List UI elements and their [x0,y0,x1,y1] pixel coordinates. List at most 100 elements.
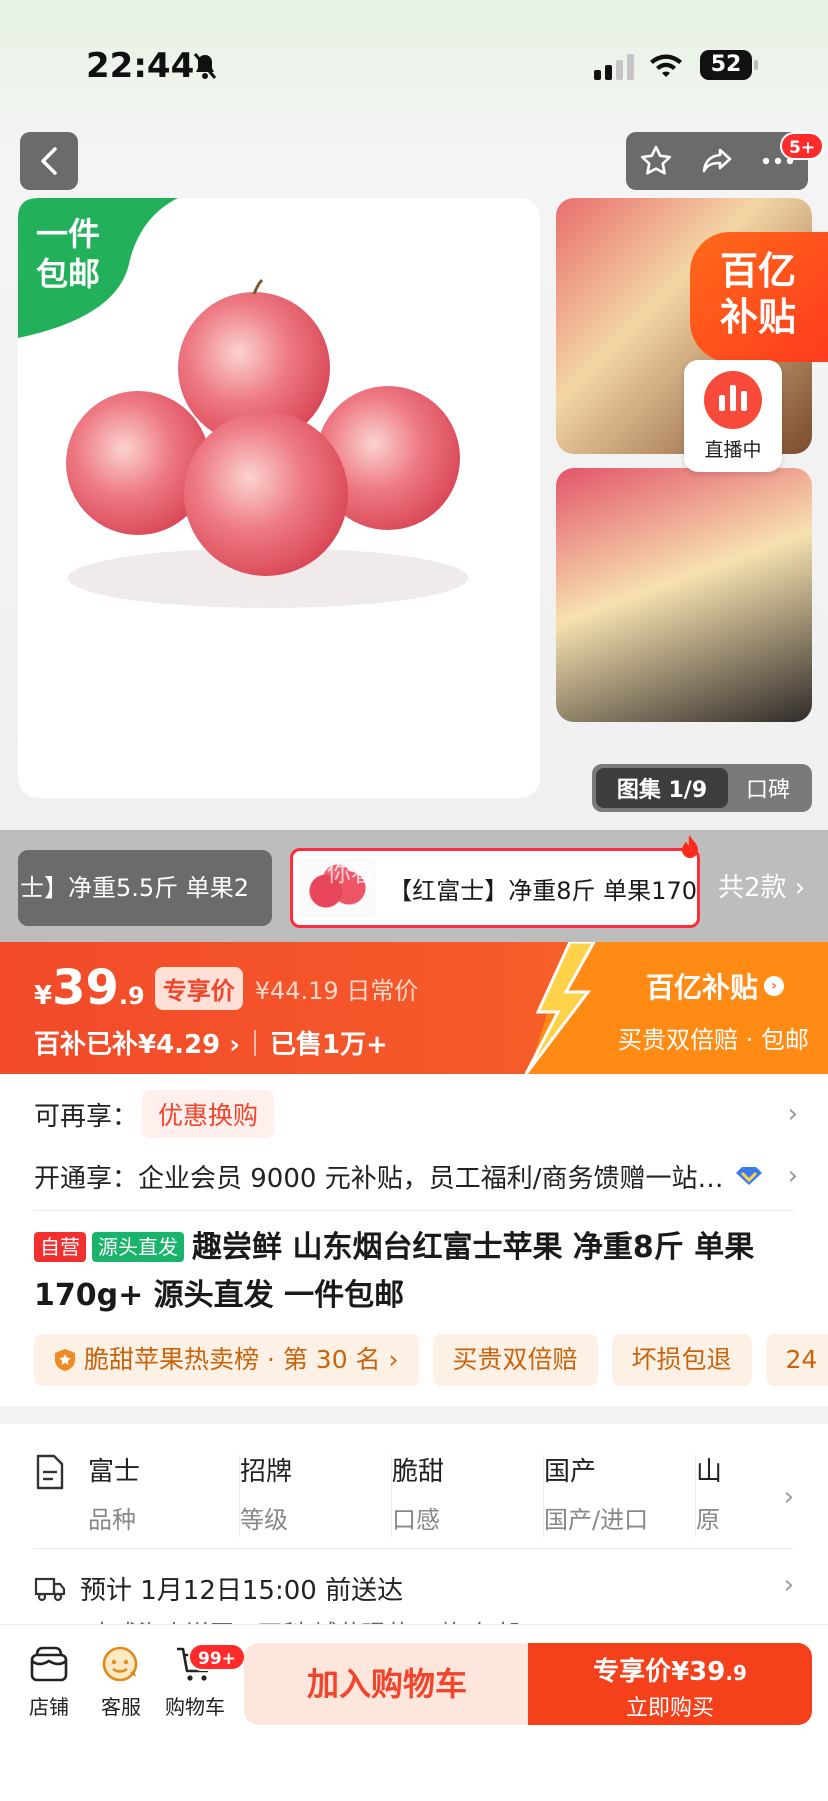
billion-subsidy-tag[interactable]: 百亿补贴 [690,232,828,362]
store-tab[interactable]: 店铺 [14,1645,84,1720]
truck-icon [34,1577,66,1601]
spec-columns: 富士 品种 招牌 等级 脆甜 口感 国产 国产/进口 山 原 [88,1454,756,1538]
spec-origin: 山 原 [696,1454,756,1538]
store-icon [30,1646,68,1682]
wifi-icon [650,54,682,77]
buy-now-label: 立即购买 [625,1696,714,1721]
variant-option[interactable]: 富士】净重5.5斤 单果2 [18,850,272,926]
regular-price: ¥44.19 日常价 [254,976,419,1005]
gallery-toggle: 图集 1/9 口碑 [592,764,812,812]
document-icon [36,1454,64,1490]
spec-key: 原 [696,1506,720,1534]
spec-key: 品种 [88,1506,136,1534]
hot-fire-icon [682,835,698,858]
product-title: 自营 源头直发 趣尝鲜 山东烟台红富士苹果 净重8斤 单果170g+ 源头直发 一件… [34,1224,794,1320]
service-label: 客服 [101,1695,141,1719]
battery-indicator: 52 [700,50,758,80]
spec-value: 招牌 [240,1457,293,1487]
price-decimal: .9 [118,982,145,1010]
back-button[interactable] [20,132,78,190]
thumbnail-2[interactable] [556,468,812,722]
more-chip[interactable]: 24 [765,1334,828,1386]
service-tab[interactable]: 客服 [86,1645,156,1720]
price-banner: ¥ 39 .9 专享价 ¥44.19 日常价 百补已补¥4.29 › 已售1万+… [0,942,828,1074]
rank-shield-icon [55,1349,75,1371]
lightning-bolt-icon [524,942,596,1074]
coupon-tag[interactable]: 优惠换购 [142,1090,275,1138]
spec-value: 国产 [544,1457,597,1487]
star-icon [641,145,672,175]
cellular-signal-icon [594,52,634,80]
customer-service-icon [102,1646,138,1682]
favorite-button[interactable] [636,141,676,181]
variant-option-label: 富士】净重5.5斤 单果2 [18,874,250,902]
bottom-action-bar: 店铺 客服 购物车 99+ 加入购物车 专享价¥39.9 立即购买 [0,1624,828,1801]
source-direct-tag: 源头直发 [92,1232,184,1262]
variant-option-selected[interactable]: 【红富士】净重8斤 单果170 你看我一眼 [290,848,700,928]
member-row[interactable]: 开通享：企业会员 9000 元补贴，员工福利/商务馈赠一站… › [34,1150,798,1202]
status-bar: 22:44 52 [0,0,828,130]
add-to-cart-button[interactable]: 加入购物车 [244,1643,530,1725]
spec-origin-type: 国产 国产/进口 [544,1454,696,1538]
damage-refund-chip[interactable]: 坏损包退 [611,1334,752,1386]
chevron-right-icon: › [783,1570,794,1600]
spec-key: 等级 [240,1506,288,1534]
benefit-chips: 脆甜苹果热卖榜 · 第 30 名 › 买贵双倍赔 坏损包退 24 [34,1334,828,1386]
chevron-right-icon: › [787,1161,798,1191]
share-button[interactable] [697,141,737,181]
spec-value: 富士 [88,1457,141,1487]
store-label: 店铺 [29,1695,69,1719]
divider [34,1210,794,1211]
free-shipping-label: 一件包邮 [36,215,101,293]
delivery-row[interactable]: 预计 1月12日15:00 前送达 [34,1570,794,1607]
silent-bell-icon [193,53,217,79]
review-tab[interactable]: 口碑 [728,772,808,804]
subsidy-amount-link[interactable]: 百补已补¥4.29 › [34,1024,240,1061]
product-info-card: 可再享： 优惠换购 › 开通享：企业会员 9000 元补贴，员工福利/商务馈赠一… [0,1074,828,1406]
billion-subsidy-title: 百亿补贴 [646,971,759,1004]
chevron-right-circle-icon: › [764,976,785,996]
product-hero: 22:44 52 5+ 一件包邮 百亿补贴 直播中 图集 1/9 口碑 [0,0,828,830]
variant-total-link[interactable]: 共2款 › [718,850,805,926]
ranking-chip[interactable]: 脆甜苹果热卖榜 · 第 30 名 › [34,1334,419,1386]
cart-count-badge: 99+ [188,1643,246,1671]
billion-subsidy-subtitle: 买贵双倍赔 · 包邮 [618,1026,809,1054]
sold-count: 已售1万+ [270,1030,388,1060]
spec-variety: 富士 品种 [88,1454,240,1538]
price-sub-row: 百补已补¥4.29 › 已售1万+ [34,1024,388,1061]
spec-grade: 招牌 等级 [240,1454,392,1538]
cart-label: 购物车 [165,1695,225,1719]
extra-offer-label: 可再享： [34,1101,139,1132]
chevron-left-icon [41,147,57,175]
vip-diamond-icon [736,1167,762,1185]
delivery-address: 由成海吉送至：万科 城花璟苑13栋 包邮 [90,1614,520,1624]
member-offer-text: 开通享：企业会员 9000 元补贴，员工福利/商务馈赠一站… [34,1163,724,1194]
exclusive-price-tag: 专享价 [154,966,243,1010]
price-row: ¥ 39 .9 专享价 ¥44.19 日常价 [34,960,418,1016]
spec-key: 国产/进口 [544,1506,649,1534]
message-count-badge: 5+ [780,132,825,160]
share-icon [702,148,732,173]
price-integer: 39 [52,960,119,1016]
spec-value: 山 [696,1457,723,1487]
extra-offer-row[interactable]: 可再享： 优惠换购 › [34,1088,798,1140]
price-guarantee-chip[interactable]: 买贵双倍赔 [432,1334,598,1386]
live-stream-button[interactable]: 直播中 [684,360,782,472]
gallery-tab[interactable]: 图集 1/9 [596,768,728,808]
live-label: 直播中 [704,438,762,461]
spec-key: 口感 [392,1506,440,1534]
buy-now-button[interactable]: 专享价¥39.9 立即购买 [528,1643,812,1725]
ranking-chip-label: 脆甜苹果热卖榜 · 第 30 名 › [84,1345,399,1374]
buy-now-price-decimal: .9 [725,1661,747,1685]
chevron-right-icon: › [787,1099,798,1129]
status-time: 22:44 [86,46,195,86]
spec-value: 脆甜 [392,1457,445,1487]
currency-symbol: ¥ [34,981,53,1011]
self-operated-tag: 自营 [34,1232,86,1262]
delivery-eta: 预计 1月12日15:00 前送达 [80,1576,404,1606]
billion-subsidy-link[interactable]: 百亿补贴 › [646,966,785,1006]
spec-taste: 脆甜 口感 [392,1454,544,1538]
spec-card[interactable]: 富士 品种 招牌 等级 脆甜 口感 国产 国产/进口 山 原 › 预计 1月12… [0,1424,828,1624]
chevron-right-icon: › [783,1482,794,1512]
separator [254,1029,257,1056]
